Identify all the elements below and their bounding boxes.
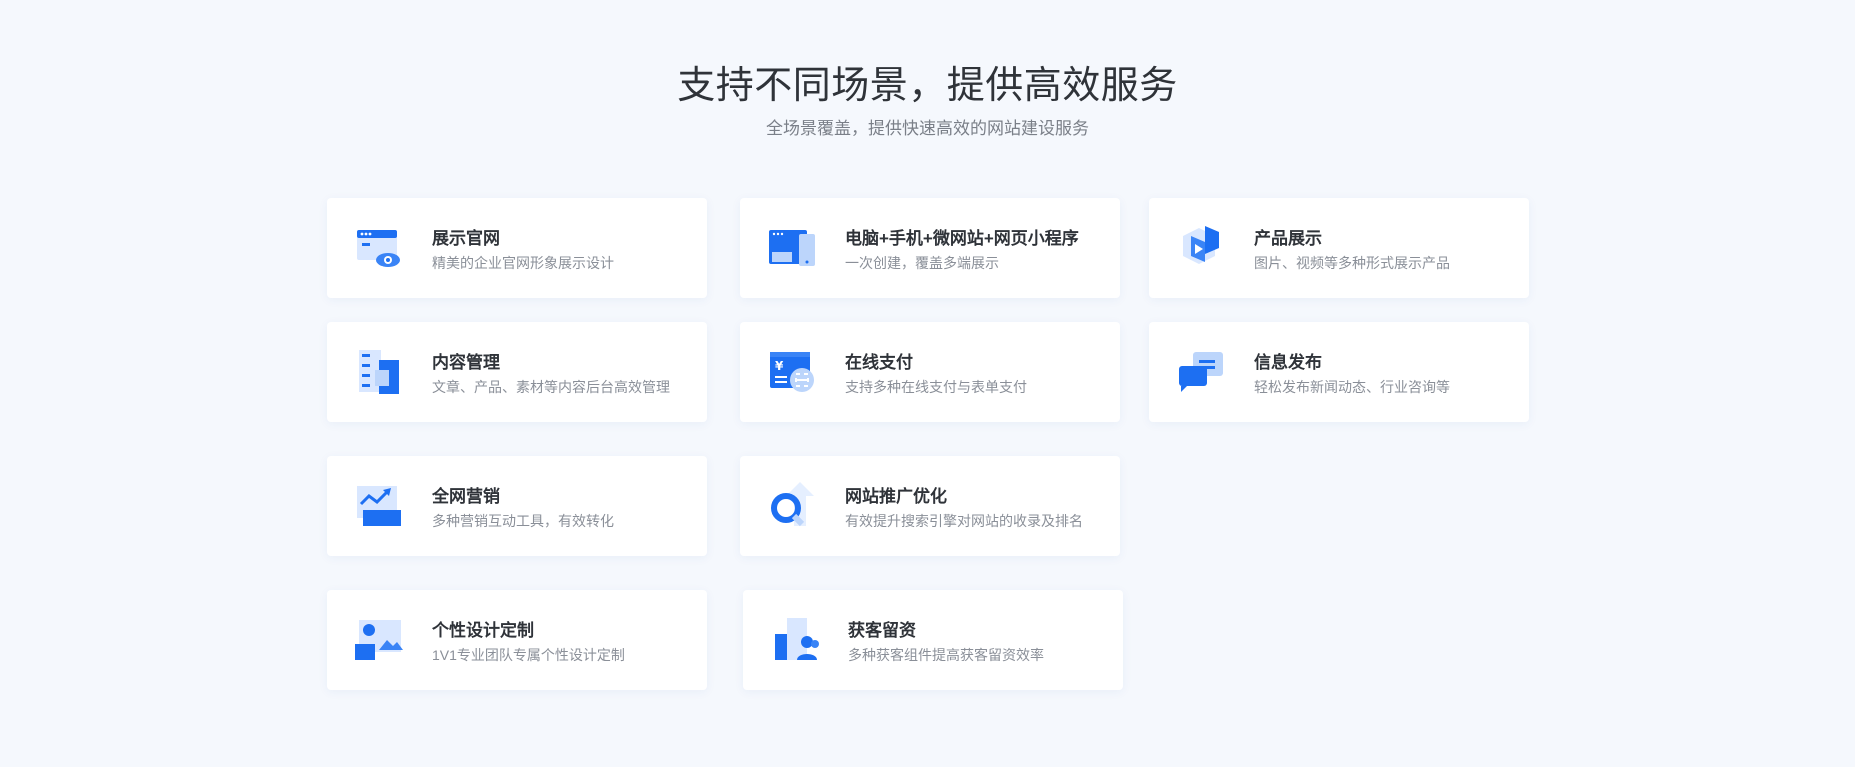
feature-title: 获客留资 — [848, 621, 916, 640]
feature-card-seo-promotion[interactable]: 网站推广优化 有效提升搜索引擎对网站的收录及排名 — [740, 456, 1120, 556]
feature-title: 展示官网 — [432, 229, 500, 248]
feature-desc: 轻松发布新闻动态、行业咨询等 — [1254, 379, 1450, 395]
custom-design-icon — [355, 620, 403, 660]
section-subtitle: 全场景覆盖，提供快速高效的网站建设服务 — [766, 119, 1089, 138]
feature-title: 信息发布 — [1254, 353, 1322, 372]
feature-card-marketing[interactable]: 全网营销 多种营销互动工具，有效转化 — [327, 456, 707, 556]
feature-desc: 支持多种在线支付与表单支付 — [845, 379, 1027, 395]
feature-desc: 文章、产品、素材等内容后台高效管理 — [432, 379, 670, 395]
trend-chart-icon — [357, 486, 401, 526]
feature-title: 在线支付 — [845, 353, 913, 372]
devices-icon — [769, 230, 815, 266]
feature-desc: 精美的企业官网形象展示设计 — [432, 255, 614, 271]
browser-eye-icon — [357, 230, 400, 267]
section-title: 支持不同场景，提供高效服务 — [677, 65, 1178, 107]
feature-title: 个性设计定制 — [432, 621, 534, 640]
feature-title: 网站推广优化 — [845, 487, 947, 506]
feature-card-product-display[interactable]: 产品展示 图片、视频等多种形式展示产品 — [1149, 198, 1529, 298]
feature-desc: 多种营销互动工具，有效转化 — [432, 513, 614, 529]
search-arrow-icon — [771, 482, 814, 527]
feature-card-lead-capture[interactable]: 获客留资 多种获客组件提高获客留资效率 — [743, 590, 1123, 690]
feature-desc: 一次创建，覆盖多端展示 — [845, 255, 999, 271]
feature-title: 全网营销 — [432, 487, 500, 506]
feature-card-showcase-site[interactable]: 展示官网 精美的企业官网形象展示设计 — [327, 198, 707, 298]
feature-card-info-publishing[interactable]: 信息发布 轻松发布新闻动态、行业咨询等 — [1149, 322, 1529, 422]
feature-title: 产品展示 — [1254, 229, 1322, 248]
feature-desc: 多种获客组件提高获客留资效率 — [848, 647, 1044, 663]
feature-desc: 有效提升搜索引擎对网站的收录及排名 — [845, 513, 1083, 529]
feature-title: 内容管理 — [432, 353, 500, 372]
payment-yen-icon: ¥ — [770, 352, 814, 392]
video-cube-icon — [1183, 226, 1219, 264]
feature-card-multi-device[interactable]: 电脑+手机+微网站+网页小程序 一次创建，覆盖多端展示 — [740, 198, 1120, 298]
svg-text:¥: ¥ — [775, 359, 784, 373]
feature-title: 电脑+手机+微网站+网页小程序 — [845, 229, 1079, 248]
feature-card-online-payment[interactable]: ¥ 在线支付 支持多种在线支付与表单支付 — [740, 322, 1120, 422]
feature-card-custom-design[interactable]: 个性设计定制 1V1专业团队专属个性设计定制 — [327, 590, 707, 690]
users-building-icon — [775, 618, 819, 660]
feature-card-content-management[interactable]: 内容管理 文章、产品、素材等内容后台高效管理 — [327, 322, 707, 422]
feature-desc: 图片、视频等多种形式展示产品 — [1254, 255, 1450, 271]
chat-bubbles-icon — [1179, 352, 1223, 392]
content-stack-icon — [359, 350, 399, 394]
feature-desc: 1V1专业团队专属个性设计定制 — [432, 647, 625, 663]
